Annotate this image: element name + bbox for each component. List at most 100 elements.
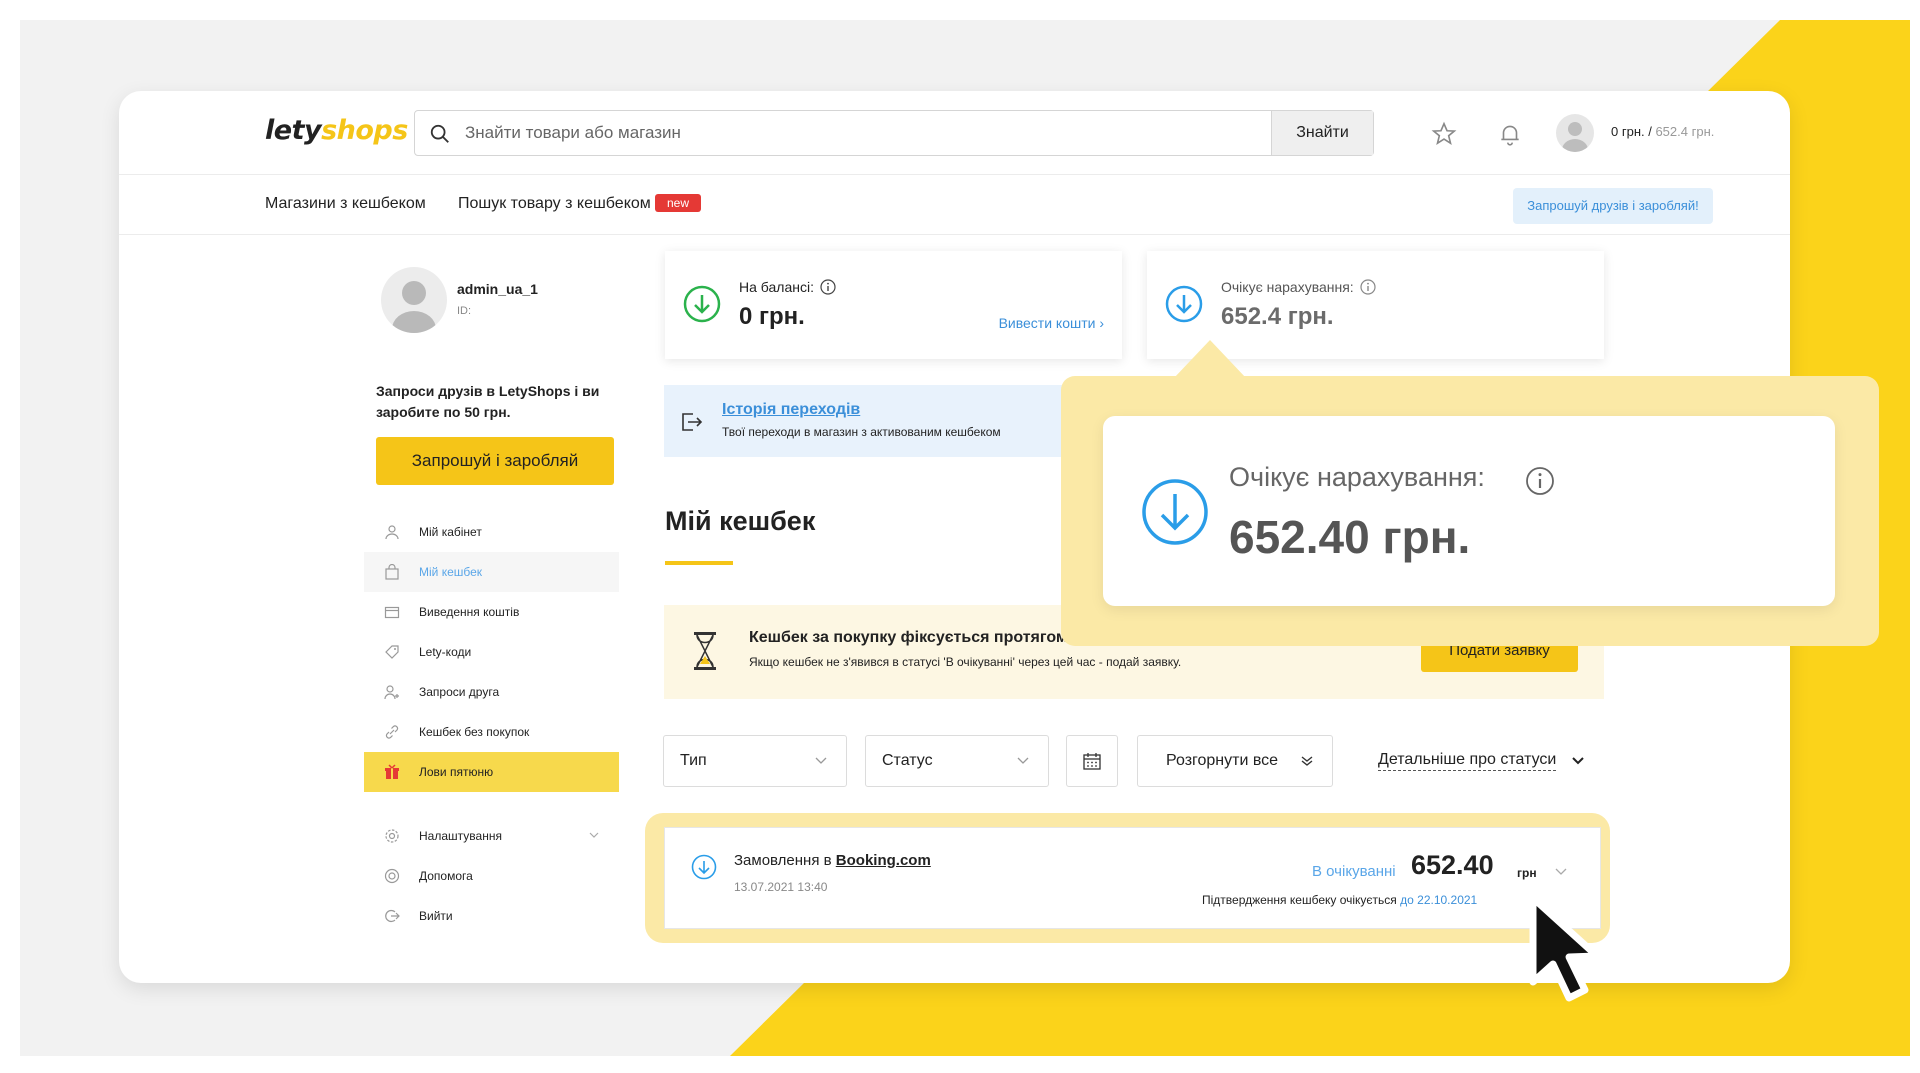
sidebar-item-cabinet[interactable]: Мій кабінет	[364, 512, 619, 552]
gift-icon	[385, 764, 399, 779]
tag-icon	[385, 645, 399, 659]
exit-arrow-icon	[682, 413, 703, 431]
pending-label: Очікує нарахування:	[1221, 279, 1354, 295]
sidebar-item-label: Lety-коди	[419, 645, 472, 659]
header-pending-value: 652.4 грн.	[1655, 124, 1715, 139]
bell-icon[interactable]	[1497, 121, 1523, 147]
profile-name: admin_ua_1	[457, 281, 538, 297]
balance-label-row: На балансі:	[739, 279, 836, 295]
new-badge: new	[655, 194, 702, 212]
order-currency: грн	[1517, 866, 1537, 880]
type-select-label: Тип	[680, 752, 707, 769]
sidebar-item-cashback-no-purchase[interactable]: Кешбек без покупок	[364, 712, 619, 752]
invite-earn-button[interactable]: Запрошуй і заробляй	[376, 437, 614, 485]
sidebar-item-label: Мій кабінет	[419, 525, 482, 539]
header-balance-value: 0 грн. /	[1611, 124, 1652, 139]
mouse-cursor-icon	[1529, 894, 1601, 1002]
page-title: Мій кешбек	[665, 506, 816, 536]
chevron-down-icon	[589, 832, 599, 838]
sidebar-item-invite-friend[interactable]: Запроси друга	[364, 672, 619, 712]
sidebar-item-catch-high-five[interactable]: Лови пятюню	[364, 752, 619, 792]
logout-icon	[385, 909, 400, 923]
user-icon	[385, 525, 399, 540]
star-icon[interactable]	[1431, 121, 1457, 147]
popout-label: Очікує нарахування:	[1229, 462, 1485, 492]
order-title: Замовлення в Booking.com	[734, 852, 931, 869]
nav-shops-link[interactable]: Магазини з кешбеком	[265, 195, 426, 213]
chevron-down-icon[interactable]	[1555, 868, 1567, 876]
expand-all-label: Розгорнути все	[1166, 752, 1279, 769]
sidebar-item-logout[interactable]: Вийти	[364, 896, 619, 936]
chevron-down-icon	[815, 757, 827, 764]
invite-text: Запроси друзів в LetyShops і ви заробите…	[376, 383, 600, 420]
logo-part-2: shops	[321, 115, 408, 146]
type-select[interactable]: Тип	[663, 735, 847, 787]
order-date: 13.07.2021 13:40	[734, 880, 828, 894]
info-icon[interactable]	[820, 279, 836, 295]
history-banner[interactable]: Історія переходів Твої переходи в магази…	[664, 385, 1084, 457]
date-picker-button[interactable]	[1066, 735, 1118, 787]
sidebar-item-label: Лови пятюню	[419, 765, 494, 779]
avatar[interactable]	[1556, 114, 1594, 152]
balance-card: На балансі: 0 грн. Вивести кошти ›	[665, 251, 1122, 359]
arrow-down-circle-icon	[1142, 479, 1208, 545]
search-button[interactable]: Знайти	[1271, 111, 1373, 155]
order-status: В очікуванні	[1312, 863, 1396, 880]
chevron-down-icon	[1017, 757, 1029, 764]
sidebar-item-label: Налаштування	[419, 829, 502, 843]
status-details-link[interactable]: Детальніше про статуси	[1378, 751, 1557, 771]
arrow-down-circle-icon	[1165, 285, 1203, 323]
user-plus-icon	[384, 685, 399, 700]
sidebar-item-lety-codes[interactable]: Lety-коди	[364, 632, 619, 672]
link-icon	[385, 725, 399, 739]
sidebar-item-withdraw[interactable]: Виведення коштів	[364, 592, 619, 632]
chevron-down-icon[interactable]	[1571, 755, 1585, 767]
sidebar: admin_ua_1 ID: Запроси друзів в LetyShop…	[364, 235, 654, 983]
order-confirmation: Підтвердження кешбеку очікується до 22.1…	[1202, 893, 1477, 907]
history-title-link[interactable]: Історія переходів	[722, 401, 860, 419]
double-chevron-down-icon	[1301, 756, 1313, 766]
gear-icon	[385, 829, 399, 843]
balance-value: 0 грн.	[739, 303, 805, 330]
sidebar-item-label: Виведення коштів	[419, 605, 520, 619]
sidebar-item-label: Мій кешбек	[419, 565, 483, 579]
pending-value: 652.4 грн.	[1221, 303, 1334, 330]
history-subtitle: Твої переходи в магазин з активованим ке…	[722, 425, 1001, 439]
notice-subtitle: Якщо кешбек не з'явився в статусі 'В очі…	[749, 655, 1182, 669]
search-input[interactable]	[465, 119, 1245, 147]
withdraw-link[interactable]: Вивести кошти ›	[999, 315, 1104, 331]
sidebar-item-label: Кешбек без покупок	[419, 725, 530, 739]
sidebar-item-my-cashback[interactable]: Мій кешбек	[364, 552, 619, 592]
order-amount: 652.40	[1411, 850, 1494, 880]
invite-friends-button[interactable]: Запрошуй друзів і заробляй!	[1513, 188, 1713, 224]
popout-pending-card: Очікує нарахування: 652.40 грн.	[1103, 416, 1835, 606]
status-select[interactable]: Статус	[865, 735, 1049, 787]
order-title-prefix: Замовлення в	[734, 852, 832, 869]
hourglass-icon	[694, 632, 716, 670]
logo-part-1: lety	[265, 115, 322, 146]
info-icon[interactable]	[1360, 279, 1376, 295]
header-balance[interactable]: 0 грн. / 652.4 грн.	[1611, 124, 1714, 139]
sidebar-item-settings[interactable]: Налаштування	[364, 816, 619, 856]
avatar-silhouette-icon	[392, 281, 436, 333]
sidebar-item-help[interactable]: Допомога	[364, 856, 619, 896]
search-bar: Знайти	[414, 110, 1374, 156]
order-confirm-date: до 22.10.2021	[1400, 893, 1478, 907]
balance-label: На балансі:	[739, 279, 814, 295]
header: letyshops Знайти 0 грн. / 652.4 грн.	[119, 91, 1790, 175]
order-row[interactable]: Замовлення в Booking.com 13.07.2021 13:4…	[664, 827, 1601, 929]
profile-id: ID:	[457, 305, 472, 317]
arrow-down-circle-icon	[691, 854, 717, 880]
avatar-silhouette-icon	[1562, 122, 1588, 152]
sidebar-item-label: Допомога	[419, 869, 473, 883]
popout-pointer	[1174, 340, 1246, 378]
sidebar-item-label: Вийти	[419, 909, 453, 923]
order-store-link[interactable]: Booking.com	[836, 852, 931, 869]
logo[interactable]: letyshops	[265, 115, 408, 146]
wallet-icon	[384, 606, 400, 619]
status-select-label: Статус	[882, 752, 933, 769]
title-underline	[665, 561, 733, 565]
search-icon	[430, 124, 449, 143]
nav-product-search-link[interactable]: Пошук товару з кешбеком	[458, 195, 651, 213]
expand-all-button[interactable]: Розгорнути все	[1137, 735, 1333, 787]
